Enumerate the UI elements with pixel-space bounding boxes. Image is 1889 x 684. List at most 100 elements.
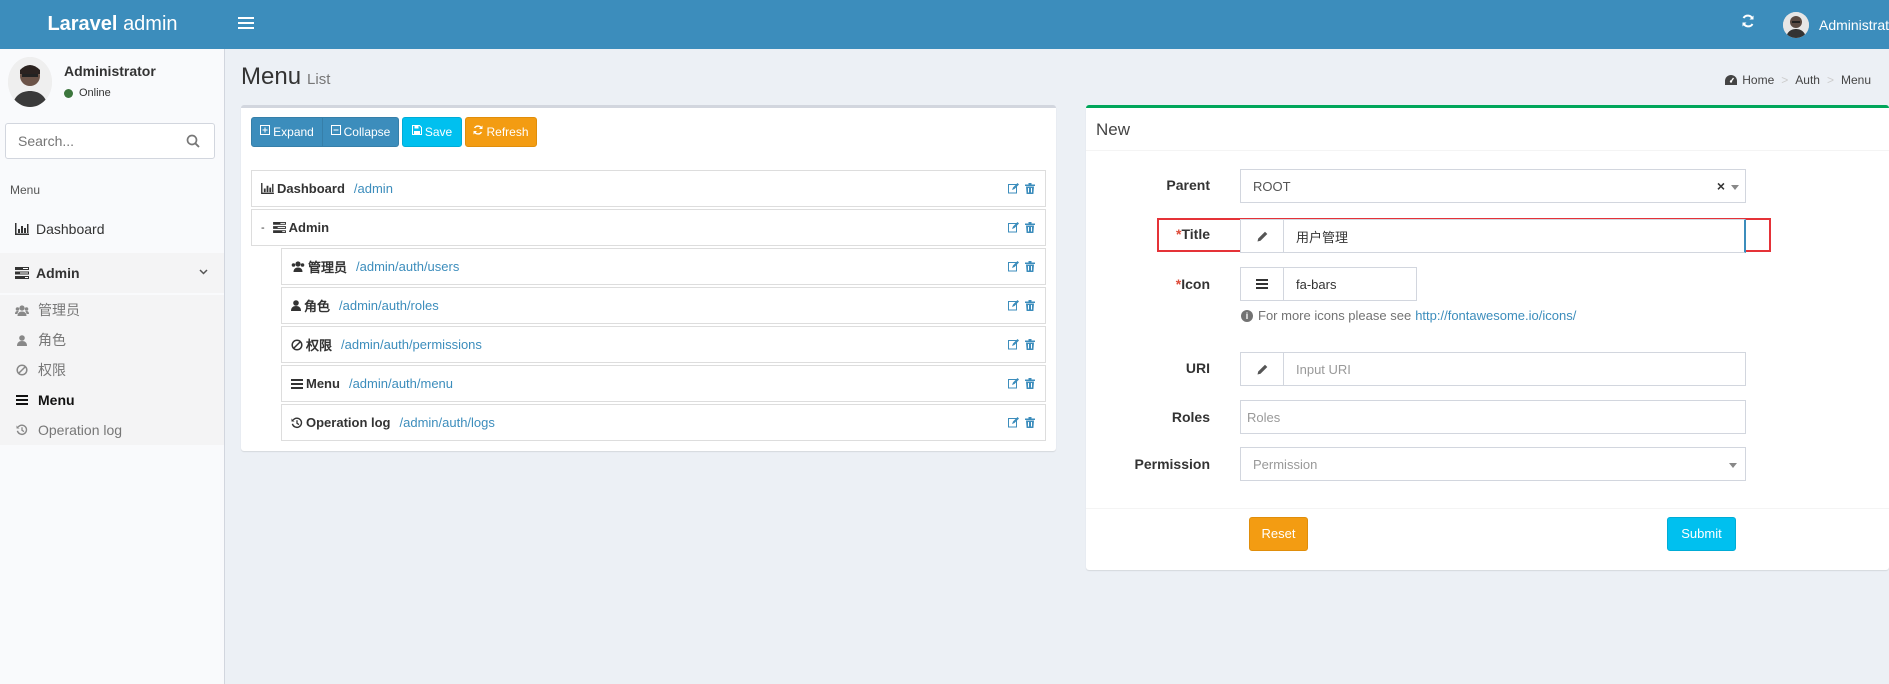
tree-item-title: 角色 (304, 299, 331, 314)
trash-icon[interactable] (1025, 377, 1036, 389)
page-title-text: Menu (241, 63, 302, 90)
parent-select-value: ROOT (1253, 178, 1291, 194)
sidebar-item-label: Admin (36, 265, 80, 281)
ban-icon (291, 338, 303, 351)
icon-field[interactable]: fa-bars (1240, 267, 1417, 301)
online-status-icon (64, 88, 73, 98)
caret-down-icon (1729, 463, 1737, 468)
tree-item-permissions[interactable]: 权限 /admin/auth/permissions (281, 326, 1046, 363)
tree-item-uri[interactable]: /admin/auth/menu (349, 376, 453, 391)
save-button[interactable]: Save (402, 117, 462, 147)
edit-icon[interactable] (1008, 416, 1019, 428)
title-label-text: Title (1181, 226, 1210, 242)
bars-icon (15, 395, 29, 405)
chevron-down-icon (199, 267, 208, 278)
trash-icon[interactable] (1025, 338, 1036, 350)
sidebar-search (5, 123, 215, 159)
tree-item-users[interactable]: 管理员 /admin/auth/users (281, 248, 1046, 285)
bar-chart-icon (261, 183, 274, 194)
sidebar-item-roles[interactable]: 角色 (0, 325, 224, 355)
title-field[interactable]: 用户管理 (1240, 219, 1746, 253)
page-subtitle: List (307, 71, 331, 88)
clear-icon[interactable]: × (1717, 178, 1725, 194)
users-icon (291, 261, 305, 272)
tree-item-roles[interactable]: 角色 /admin/auth/roles (281, 287, 1046, 324)
sidebar-item-label: Menu (38, 392, 75, 408)
roles-placeholder: Roles (1247, 409, 1281, 425)
breadcrumb-home[interactable]: Home (1742, 73, 1774, 87)
edit-icon[interactable] (1008, 182, 1019, 194)
uri-input[interactable]: Input URI (1284, 362, 1351, 377)
logo-bold-text: Laravel (47, 13, 118, 35)
edit-icon[interactable] (1008, 299, 1019, 311)
sidebar-item-users[interactable]: 管理员 (0, 295, 224, 325)
user-panel: Administrator Online (0, 49, 225, 117)
sidebar-item-dashboard[interactable]: Dashboard (0, 209, 224, 249)
fontawesome-link[interactable]: http://fontawesome.io/icons/ (1415, 308, 1576, 323)
sidebar-toggle-icon[interactable] (236, 14, 256, 34)
permission-placeholder: Permission (1253, 456, 1318, 472)
icon-input[interactable]: fa-bars (1284, 277, 1336, 292)
sidebar-item-admin[interactable]: Admin (0, 253, 224, 293)
tree-item-menu[interactable]: Menu /admin/auth/menu (281, 365, 1046, 402)
collapse-label: Collapse (343, 125, 391, 139)
icon-label-text: Icon (1181, 276, 1210, 292)
collapse-toggle-icon[interactable]: - (261, 222, 265, 234)
form-box-title: New (1096, 120, 1131, 139)
refresh-icon[interactable] (1738, 14, 1758, 34)
tree-item-admin[interactable]: - Admin (251, 209, 1046, 246)
parent-select[interactable]: ROOT × (1240, 169, 1746, 203)
expand-button[interactable]: Expand (251, 117, 323, 147)
app-logo[interactable]: Laravel admin (0, 0, 225, 49)
icon-help-text: i For more icons please see http://fonta… (1241, 308, 1576, 323)
sidebar: Administrator Online Menu Dashboard Admi… (0, 49, 225, 684)
trash-icon[interactable] (1025, 260, 1036, 272)
tree-item-uri[interactable]: /admin/auth/logs (400, 415, 495, 430)
tree-item-uri[interactable]: /admin/auth/roles (339, 298, 439, 313)
tree-item-uri[interactable]: /admin/auth/users (356, 259, 459, 274)
tree-item-dashboard[interactable]: Dashboard /admin (251, 170, 1046, 207)
search-input[interactable] (6, 124, 176, 158)
breadcrumb-separator: > (1826, 73, 1834, 87)
sidebar-item-menu[interactable]: Menu (0, 385, 224, 415)
users-icon (15, 304, 29, 316)
sidebar-item-label: 角色 (38, 332, 66, 348)
history-icon (291, 417, 303, 429)
search-icon[interactable] (186, 134, 202, 150)
tree-item-title: Menu (306, 376, 340, 391)
pencil-icon (1241, 220, 1284, 252)
menu-header: Menu (10, 183, 41, 197)
bars-icon (1241, 268, 1284, 300)
title-input[interactable]: 用户管理 (1284, 227, 1348, 246)
collapse-button[interactable]: Collapse (322, 117, 399, 147)
user-menu-name: Administrator (1819, 17, 1889, 33)
sidebar-item-permissions[interactable]: 权限 (0, 355, 224, 385)
trash-icon[interactable] (1025, 416, 1036, 428)
roles-select[interactable]: Roles (1240, 400, 1746, 434)
edit-icon[interactable] (1008, 221, 1019, 233)
trash-icon[interactable] (1025, 221, 1036, 233)
user-avatar-small (1783, 12, 1809, 38)
breadcrumb-auth[interactable]: Auth (1795, 73, 1820, 87)
user-menu[interactable]: Administrator (1783, 12, 1889, 38)
reset-button[interactable]: Reset (1249, 517, 1308, 551)
sidebar-item-operation-log[interactable]: Operation log (0, 415, 224, 445)
trash-icon[interactable] (1025, 299, 1036, 311)
edit-icon[interactable] (1008, 338, 1019, 350)
sidebar-item-label: 权限 (38, 362, 66, 378)
uri-field[interactable]: Input URI (1240, 352, 1746, 386)
history-icon (15, 424, 29, 436)
trash-icon[interactable] (1025, 182, 1036, 194)
refresh-button[interactable]: Refresh (465, 117, 537, 147)
user-avatar (8, 57, 52, 107)
floppy-icon (411, 117, 422, 147)
edit-icon[interactable] (1008, 377, 1019, 389)
submit-button[interactable]: Submit (1667, 517, 1736, 551)
tree-item-uri[interactable]: /admin (354, 181, 393, 196)
tree-item-operation-log[interactable]: Operation log /admin/auth/logs (281, 404, 1046, 441)
permission-select[interactable]: Permission (1240, 447, 1746, 481)
tree-item-uri[interactable]: /admin/auth/permissions (341, 337, 482, 352)
divider (1086, 508, 1889, 509)
edit-icon[interactable] (1008, 260, 1019, 272)
bar-chart-icon (13, 223, 31, 235)
